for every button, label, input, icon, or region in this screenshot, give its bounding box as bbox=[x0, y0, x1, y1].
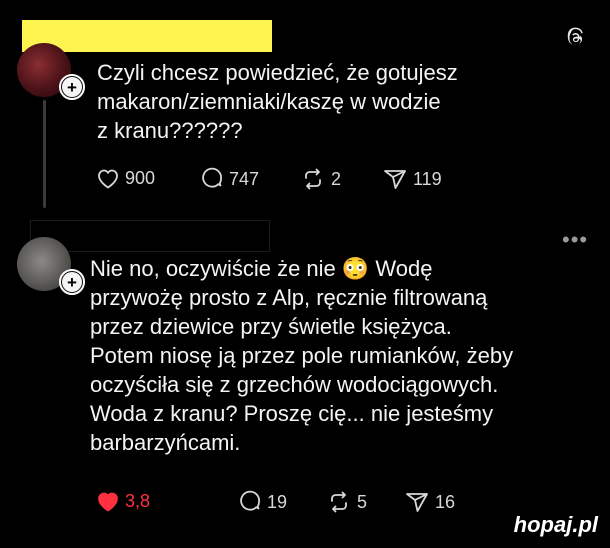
post-body-start: Nie no, oczywiście że nie bbox=[90, 256, 342, 281]
follow-button[interactable]: + bbox=[59, 269, 85, 295]
repost-count: 2 bbox=[331, 168, 342, 189]
comment-count: 19 bbox=[267, 491, 288, 512]
share-count: 119 bbox=[413, 168, 442, 189]
watermark: hopaj.pl bbox=[513, 512, 598, 537]
repost-icon bbox=[331, 491, 347, 513]
post-body: Nie no, oczywiście że nie 😳 Wodę przywoż… bbox=[90, 254, 600, 457]
like-button[interactable]: 3,8 bbox=[96, 490, 150, 512]
heart-icon bbox=[98, 169, 118, 189]
heart-icon bbox=[98, 492, 118, 512]
repost-icon bbox=[305, 168, 321, 190]
like-count: 900 bbox=[125, 167, 156, 188]
comment-count: 747 bbox=[229, 168, 260, 189]
share-button[interactable]: 16 bbox=[404, 490, 455, 514]
more-dots-icon[interactable]: ••• bbox=[562, 227, 588, 253]
follow-button[interactable]: + bbox=[59, 74, 85, 100]
plus-icon: + bbox=[62, 272, 82, 292]
thread-connector-line bbox=[43, 100, 46, 208]
flushed-face-emoji: 😳 bbox=[341, 256, 370, 281]
repost-count: 5 bbox=[357, 491, 368, 512]
share-count: 16 bbox=[435, 491, 456, 512]
threads-logo-icon[interactable] bbox=[566, 26, 588, 48]
post-body: Czyli chcesz powiedzieć, że gotujesz mak… bbox=[97, 60, 458, 143]
share-button[interactable]: 119 bbox=[382, 167, 442, 191]
repost-button[interactable]: 5 bbox=[326, 490, 367, 514]
like-count: 3,8 bbox=[125, 490, 151, 511]
redacted-username-bar bbox=[30, 220, 270, 252]
comment-button[interactable]: 19 bbox=[238, 490, 287, 514]
like-button[interactable]: 900 bbox=[96, 167, 155, 189]
share-icon bbox=[406, 493, 428, 512]
post-body-rest: Wodę przywożę prosto z Alp, ręcznie filt… bbox=[90, 256, 514, 455]
plus-icon: + bbox=[62, 77, 82, 97]
comment-icon bbox=[202, 167, 222, 188]
comment-button[interactable]: 747 bbox=[200, 167, 259, 191]
repost-button[interactable]: 2 bbox=[300, 167, 341, 191]
share-icon bbox=[384, 170, 406, 189]
comment-icon bbox=[240, 490, 260, 511]
